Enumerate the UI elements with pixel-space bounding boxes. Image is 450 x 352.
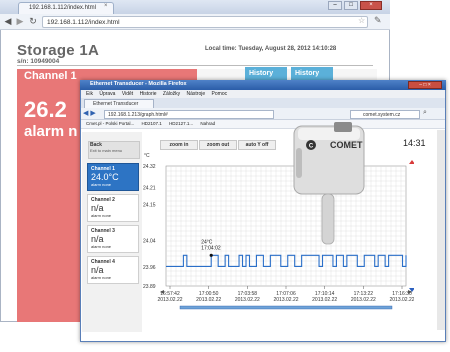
bookmark-link[interactable]: Nahrad xyxy=(200,121,215,126)
menu-help[interactable]: Pomoc xyxy=(212,91,228,97)
device-name: Storage 1A xyxy=(17,42,100,59)
scroll-up-icon[interactable] xyxy=(409,160,414,164)
bookmark-link[interactable]: Cmet.pl - Polski Portal... xyxy=(86,121,134,126)
front-address-bar[interactable]: 192.168.1.213/graph.html# xyxy=(104,110,274,119)
y-tick-label: 24.15 xyxy=(143,202,156,208)
channel-card-value: 26.2 xyxy=(24,97,67,122)
local-time: Local time: Tuesday, August 28, 2012 14:… xyxy=(205,46,337,52)
menu-file[interactable]: Eik xyxy=(86,91,93,97)
front-scrollbar[interactable] xyxy=(437,130,445,330)
y-tick-label: 24.21 xyxy=(143,186,156,192)
channel-card-alarm: alarm n xyxy=(24,123,78,140)
channel-item[interactable]: Channel 2 n/a alarm none xyxy=(87,194,139,222)
channel-item-value: 24.0°C xyxy=(91,172,119,182)
back-tab-close-icon[interactable]: × xyxy=(104,3,108,9)
channel-item-alarm: alarm none xyxy=(91,182,112,187)
front-browser-tab[interactable]: Ethernet Transducer xyxy=(84,99,154,108)
channel-item-value: n/a xyxy=(91,265,104,275)
annotation-point xyxy=(209,253,213,257)
y-axis-unit: °C xyxy=(144,153,150,159)
annotation-label: 17:04:02 xyxy=(201,245,221,251)
menu-bar: Eik Úprava Vidět Historie Záložky Nástro… xyxy=(81,90,445,98)
history-button[interactable]: History xyxy=(245,67,287,81)
maximize-button[interactable]: □ xyxy=(344,1,358,10)
minimize-button[interactable]: – xyxy=(328,1,342,10)
header-divider xyxy=(17,65,373,66)
time-scrollbar[interactable] xyxy=(179,305,393,310)
channel-card-name: Channel 1 xyxy=(24,70,77,82)
back-button-subtitle: Exit to main menu xyxy=(90,148,123,153)
y-tick-label: 24.04 xyxy=(143,238,156,244)
x-tick-date: 2013.02.22 xyxy=(157,297,182,303)
history-button[interactable]: History xyxy=(291,67,333,81)
brand-logo: COMET xyxy=(330,140,363,150)
x-tick-date: 2013.02.22 xyxy=(389,297,414,303)
y-tick-label: 23.96 xyxy=(143,265,156,271)
bookmark-link[interactable]: HD2107.1 xyxy=(142,121,162,126)
menu-bookmarks[interactable]: Záložky xyxy=(163,91,180,97)
bookmark-link[interactable]: HD2127.1... xyxy=(169,121,193,126)
back-browser-tab[interactable]: 192.168.1.112/index.html xyxy=(18,2,114,14)
serial-number: s/n: 10949004 xyxy=(17,58,60,65)
back-arrow-icon[interactable]: ◀ xyxy=(2,16,14,28)
wrench-icon[interactable]: ✎ xyxy=(374,15,382,26)
channel-item-value: n/a xyxy=(91,234,104,244)
y-tick-label: 23.89 xyxy=(143,284,156,290)
bookmark-star-icon[interactable]: ☆ xyxy=(358,16,365,25)
front-local-time: 14:31 xyxy=(403,138,426,148)
back-arrow-icon[interactable]: ◀ ▶ xyxy=(83,109,96,117)
reload-icon[interactable]: ↻ xyxy=(27,16,39,28)
channel-item-alarm: alarm none xyxy=(91,275,112,280)
device-photo: C COMET xyxy=(293,122,365,245)
svg-text:C: C xyxy=(309,144,314,150)
channel-item-alarm: alarm none xyxy=(91,244,112,249)
x-tick-date: 2013.02.22 xyxy=(235,297,260,303)
front-window-title: Ethernet Transducer - Mozilla Firefox xyxy=(90,81,187,87)
channel-item[interactable]: Channel 1 24.0°C alarm none xyxy=(87,163,139,191)
x-tick-date: 2013.02.22 xyxy=(196,297,221,303)
forward-arrow-icon[interactable]: ▶ xyxy=(14,16,26,28)
menu-view[interactable]: Vidět xyxy=(122,91,133,97)
channel-item-value: n/a xyxy=(91,203,104,213)
channel-item-alarm: alarm none xyxy=(91,213,112,218)
close-window-button[interactable]: × xyxy=(360,1,382,10)
x-tick-date: 2013.02.22 xyxy=(273,297,298,303)
search-icon[interactable]: ⌕ xyxy=(423,109,427,117)
y-tick-label: 24.32 xyxy=(143,164,156,170)
menu-history[interactable]: Historie xyxy=(140,91,157,97)
menu-edit[interactable]: Úprava xyxy=(99,91,115,97)
channel-item[interactable]: Channel 3 n/a alarm none xyxy=(87,225,139,253)
front-window-controls[interactable]: – □ × xyxy=(408,81,442,89)
bookmarks-bar: Cmet.pl - Polski Portal... HD2107.1 HD21… xyxy=(81,120,445,129)
back-address-bar[interactable]: 192.168.1.112/index.html xyxy=(42,16,368,28)
menu-tools[interactable]: Nástroje xyxy=(187,91,206,97)
channel-item[interactable]: Channel 4 n/a alarm none xyxy=(87,256,139,284)
x-tick-date: 2013.02.22 xyxy=(351,297,376,303)
x-tick-date: 2013.02.22 xyxy=(312,297,337,303)
